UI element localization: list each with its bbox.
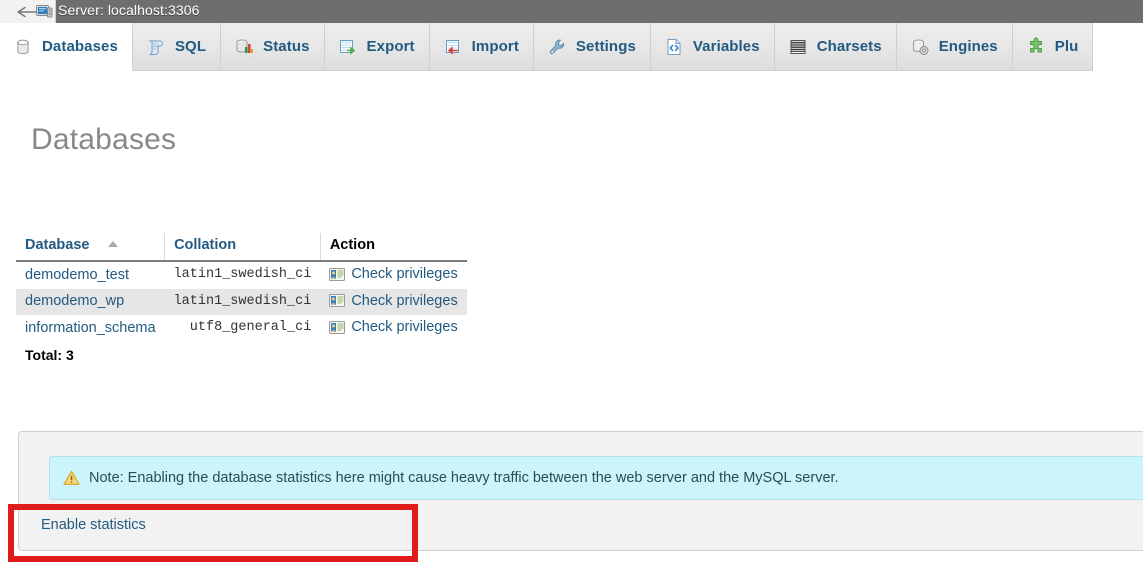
check-privileges-link[interactable]: Check privileges xyxy=(329,319,458,335)
statistics-panel: Note: Enabling the database statistics h… xyxy=(18,431,1143,551)
cell-collation: utf8_general_ci xyxy=(164,315,321,342)
check-privileges-label: Check privileges xyxy=(351,266,458,282)
code-file-icon xyxy=(664,37,684,57)
tab-label: Status xyxy=(263,38,310,55)
table-row[interactable]: demodemo_test latin1_swedish_ci Check pr… xyxy=(16,261,467,289)
column-header-action: Action xyxy=(320,233,467,262)
tab-label: Plu xyxy=(1054,38,1079,55)
tab-label: Settings xyxy=(575,38,636,55)
tab-charsets[interactable]: Charsets xyxy=(774,23,897,71)
tab-label: Engines xyxy=(938,38,998,55)
check-privileges-link[interactable]: Check privileges xyxy=(329,266,458,282)
table-body: demodemo_test latin1_swedish_ci Check pr… xyxy=(16,261,467,342)
tab-plugins[interactable]: Plu xyxy=(1012,23,1094,71)
server-label: Server: localhost:3306 xyxy=(58,2,200,18)
column-header-database[interactable]: Database xyxy=(16,233,166,262)
cell-collation: latin1_swedish_ci xyxy=(164,261,321,289)
phpmyadmin-databases-page: Server: localhost:3306 Databases SQL Sta… xyxy=(0,0,1143,569)
note-text: Note: Enabling the database statistics h… xyxy=(89,470,839,486)
privileges-card-icon xyxy=(329,320,346,334)
import-icon xyxy=(443,37,463,57)
cell-action: Check privileges xyxy=(320,288,467,315)
status-icon xyxy=(234,37,254,57)
total-count: Total: 3 xyxy=(25,347,74,363)
tab-label: Export xyxy=(366,38,415,55)
note-banner: Note: Enabling the database statistics h… xyxy=(49,456,1143,500)
tab-variables[interactable]: Variables xyxy=(650,23,775,71)
table-row[interactable]: information_schema utf8_general_ci Check… xyxy=(16,315,467,342)
cell-database-name[interactable]: information_schema xyxy=(16,315,165,342)
cell-action: Check privileges xyxy=(320,315,467,342)
check-privileges-label: Check privileges xyxy=(351,292,458,309)
tab-bar: Databases SQL Status Export Import Setti… xyxy=(0,23,1143,71)
cell-collation: latin1_swedish_ci xyxy=(164,288,321,315)
plugins-icon xyxy=(1026,37,1046,57)
tab-databases[interactable]: Databases xyxy=(0,23,133,71)
tab-label: Import xyxy=(471,38,519,55)
wrench-icon xyxy=(547,37,567,57)
tab-settings[interactable]: Settings xyxy=(533,23,651,71)
column-header-collation[interactable]: Collation xyxy=(164,233,321,262)
server-computer-icon xyxy=(36,4,53,19)
tab-label: Charsets xyxy=(816,38,882,55)
cell-database-name[interactable]: demodemo_test xyxy=(16,261,165,289)
check-privileges-label: Check privileges xyxy=(351,319,458,335)
export-icon xyxy=(338,37,358,57)
tab-label: SQL xyxy=(174,38,207,55)
enable-statistics-link[interactable]: Enable statistics xyxy=(41,517,146,533)
tab-export[interactable]: Export xyxy=(324,23,430,71)
table-header: Database Collation Action xyxy=(16,233,467,262)
tab-label: Databases xyxy=(42,38,118,55)
sql-scroll-icon xyxy=(146,37,166,57)
table-header-row: Database Collation Action xyxy=(16,233,467,262)
charsets-icon xyxy=(788,37,808,57)
column-header-label: Action xyxy=(329,237,375,253)
cell-action: Check privileges xyxy=(320,261,467,289)
privileges-card-icon xyxy=(329,294,346,307)
warning-triangle-icon xyxy=(63,470,80,486)
column-header-label: Database xyxy=(25,237,90,253)
check-privileges-link[interactable]: Check privileges xyxy=(329,292,458,309)
page-title: Databases xyxy=(31,123,177,157)
tab-import[interactable]: Import xyxy=(429,23,534,71)
sort-ascending-icon xyxy=(107,241,118,247)
databases-table: Database Collation Action demodemo_test … xyxy=(16,233,467,342)
privileges-card-icon xyxy=(329,267,346,281)
database-icon xyxy=(13,37,33,57)
table-row[interactable]: demodemo_wp latin1_swedish_ci Check priv… xyxy=(16,288,467,315)
cell-database-name[interactable]: demodemo_wp xyxy=(16,288,165,315)
tab-label: Variables xyxy=(692,38,760,55)
engines-icon xyxy=(910,37,930,57)
tab-engines[interactable]: Engines xyxy=(896,23,1013,71)
server-bar: Server: localhost:3306 xyxy=(0,0,1143,24)
column-header-label: Collation xyxy=(174,237,237,253)
tab-status[interactable]: Status xyxy=(221,23,325,71)
tab-sql[interactable]: SQL xyxy=(132,23,222,71)
